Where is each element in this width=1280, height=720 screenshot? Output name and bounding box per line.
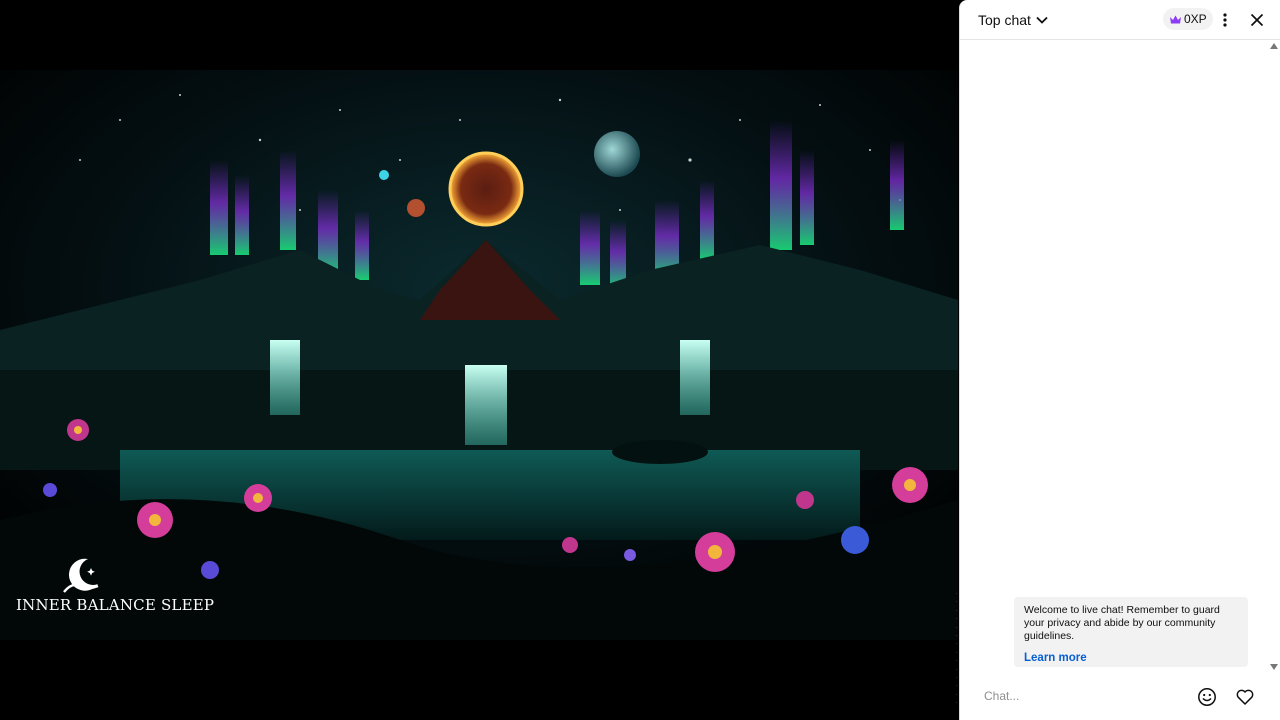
more-vert-icon [1223, 13, 1227, 27]
chat-mode-label: Top chat [978, 12, 1031, 28]
learn-more-link[interactable]: Learn more [1024, 652, 1087, 664]
video-player[interactable]: INNER BALANCE SLEEP ····················… [0, 0, 958, 720]
channel-watermark: INNER BALANCE SLEEP [16, 556, 215, 614]
moon-logo-icon [63, 558, 99, 593]
chevron-down-icon [1036, 16, 1048, 24]
emoji-button[interactable] [1193, 683, 1221, 711]
xp-value: 0XP [1184, 12, 1207, 26]
chat-header: Top chat 0XP [960, 0, 1280, 40]
welcome-message: Welcome to live chat! Remember to guard … [1024, 604, 1220, 642]
chat-overlay-feed: ······································· … [956, 591, 958, 707]
chat-messages-area[interactable]: Welcome to live chat! Remember to guard … [960, 41, 1280, 671]
scroll-up-arrow-icon[interactable] [1270, 43, 1278, 49]
close-chat-button[interactable] [1243, 6, 1271, 34]
close-icon [1250, 13, 1264, 27]
chat-mode-dropdown[interactable]: Top chat [972, 8, 1055, 32]
welcome-notice: Welcome to live chat! Remember to guard … [1014, 597, 1248, 667]
chat-input-bar [960, 671, 1280, 720]
crown-icon [1170, 15, 1181, 23]
chat-input[interactable] [984, 685, 1184, 707]
xp-badge[interactable]: 0XP [1163, 8, 1213, 30]
emoji-icon [1198, 688, 1216, 706]
reaction-button[interactable] [1231, 683, 1259, 711]
live-chat-panel: Top chat 0XP Welcome to live chat! Remem… [959, 0, 1280, 720]
brand-name: INNER BALANCE SLEEP [16, 596, 215, 614]
more-options-button[interactable] [1211, 6, 1239, 34]
scroll-down-arrow-icon[interactable] [1270, 664, 1278, 670]
chat-scrollbar[interactable] [1267, 41, 1280, 671]
heart-icon [1236, 689, 1254, 705]
